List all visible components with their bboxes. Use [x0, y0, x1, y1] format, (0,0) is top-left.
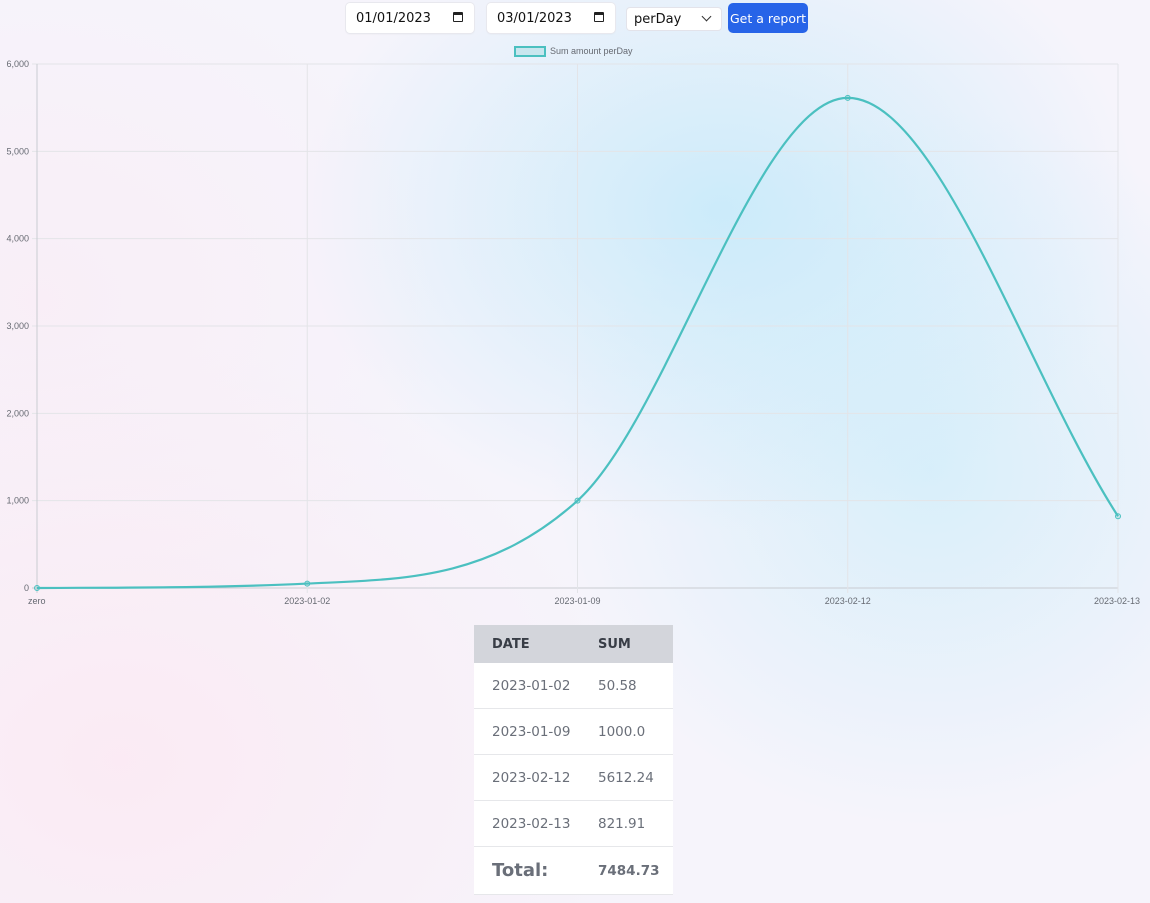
x-tick-label: zero: [28, 596, 46, 606]
x-tick-label: 2023-02-13: [1094, 596, 1140, 606]
row-date: 2023-02-13: [474, 800, 580, 847]
table-row: 2023-02-13 821.91: [474, 800, 673, 847]
data-point: [34, 585, 40, 591]
x-tick-label: 2023-01-02: [284, 596, 330, 606]
y-tick-label: 3,000: [6, 321, 29, 331]
date-to-input[interactable]: 03/01/2023: [487, 3, 615, 33]
table-row: 2023-01-09 1000.0: [474, 708, 673, 755]
date-from-value: 01/01/2023: [356, 10, 431, 26]
report-table: DATE SUM 2023-01-02 50.58 2023-01-09 100…: [474, 625, 673, 895]
report-toolbar: 01/01/2023 03/01/2023 perDay Get a repor…: [0, 3, 1150, 33]
y-tick-label: 4,000: [6, 234, 29, 244]
data-point: [574, 497, 581, 504]
table-row: 2023-01-02 50.58: [474, 663, 673, 709]
get-report-button[interactable]: Get a report: [728, 3, 808, 33]
column-header-sum: SUM: [580, 625, 673, 663]
chart-legend: Sum amount perDay: [514, 46, 633, 57]
chart-grid: [32, 63, 1119, 593]
y-tick-label: 5,000: [6, 146, 29, 156]
data-point: [304, 580, 311, 587]
row-sum: 5612.24: [580, 754, 673, 801]
data-point: [844, 94, 851, 101]
calendar-icon[interactable]: [594, 12, 604, 22]
period-select[interactable]: perDay: [627, 8, 721, 30]
x-tick-label: 2023-02-12: [825, 596, 871, 606]
total-row: Total: 7484.73: [474, 846, 673, 895]
date-from-input[interactable]: 01/01/2023: [346, 3, 474, 33]
row-date: 2023-01-09: [474, 708, 580, 755]
row-sum: 50.58: [580, 663, 673, 709]
y-tick-label: 2,000: [6, 408, 29, 418]
table-row: 2023-02-12 5612.24: [474, 754, 673, 801]
total-value: 7484.73: [580, 846, 673, 895]
legend-label: Sum amount perDay: [550, 46, 633, 56]
date-to-value: 03/01/2023: [497, 10, 572, 26]
chart-canvas: 0 1,000 2,000 3,000 4,000 5,000 6,000 zero 2023-…: [6, 46, 1140, 606]
chart-axes: 0 1,000 2,000 3,000 4,000 5,000 6,000 zero 2023-…: [6, 59, 1140, 606]
data-point: [1115, 513, 1121, 520]
row-date: 2023-02-12: [474, 754, 580, 801]
chevron-down-icon: [701, 11, 712, 22]
x-tick-label: 2023-01-09: [554, 596, 600, 606]
row-sum: 821.91: [580, 800, 673, 847]
calendar-icon[interactable]: [453, 12, 463, 22]
row-sum: 1000.0: [580, 708, 673, 755]
sum-line-chart: 0 1,000 2,000 3,000 4,000 5,000 6,000 zero 2023-…: [0, 38, 1150, 618]
table-header-row: DATE SUM: [474, 625, 673, 663]
column-header-date: DATE: [474, 625, 580, 663]
y-tick-label: 0: [24, 583, 29, 593]
row-date: 2023-01-02: [474, 663, 580, 709]
y-tick-label: 1,000: [6, 496, 29, 506]
period-select-value: perDay: [634, 11, 682, 27]
y-tick-label: 6,000: [6, 59, 29, 69]
legend-swatch: [514, 46, 546, 57]
total-label: Total:: [474, 846, 580, 895]
